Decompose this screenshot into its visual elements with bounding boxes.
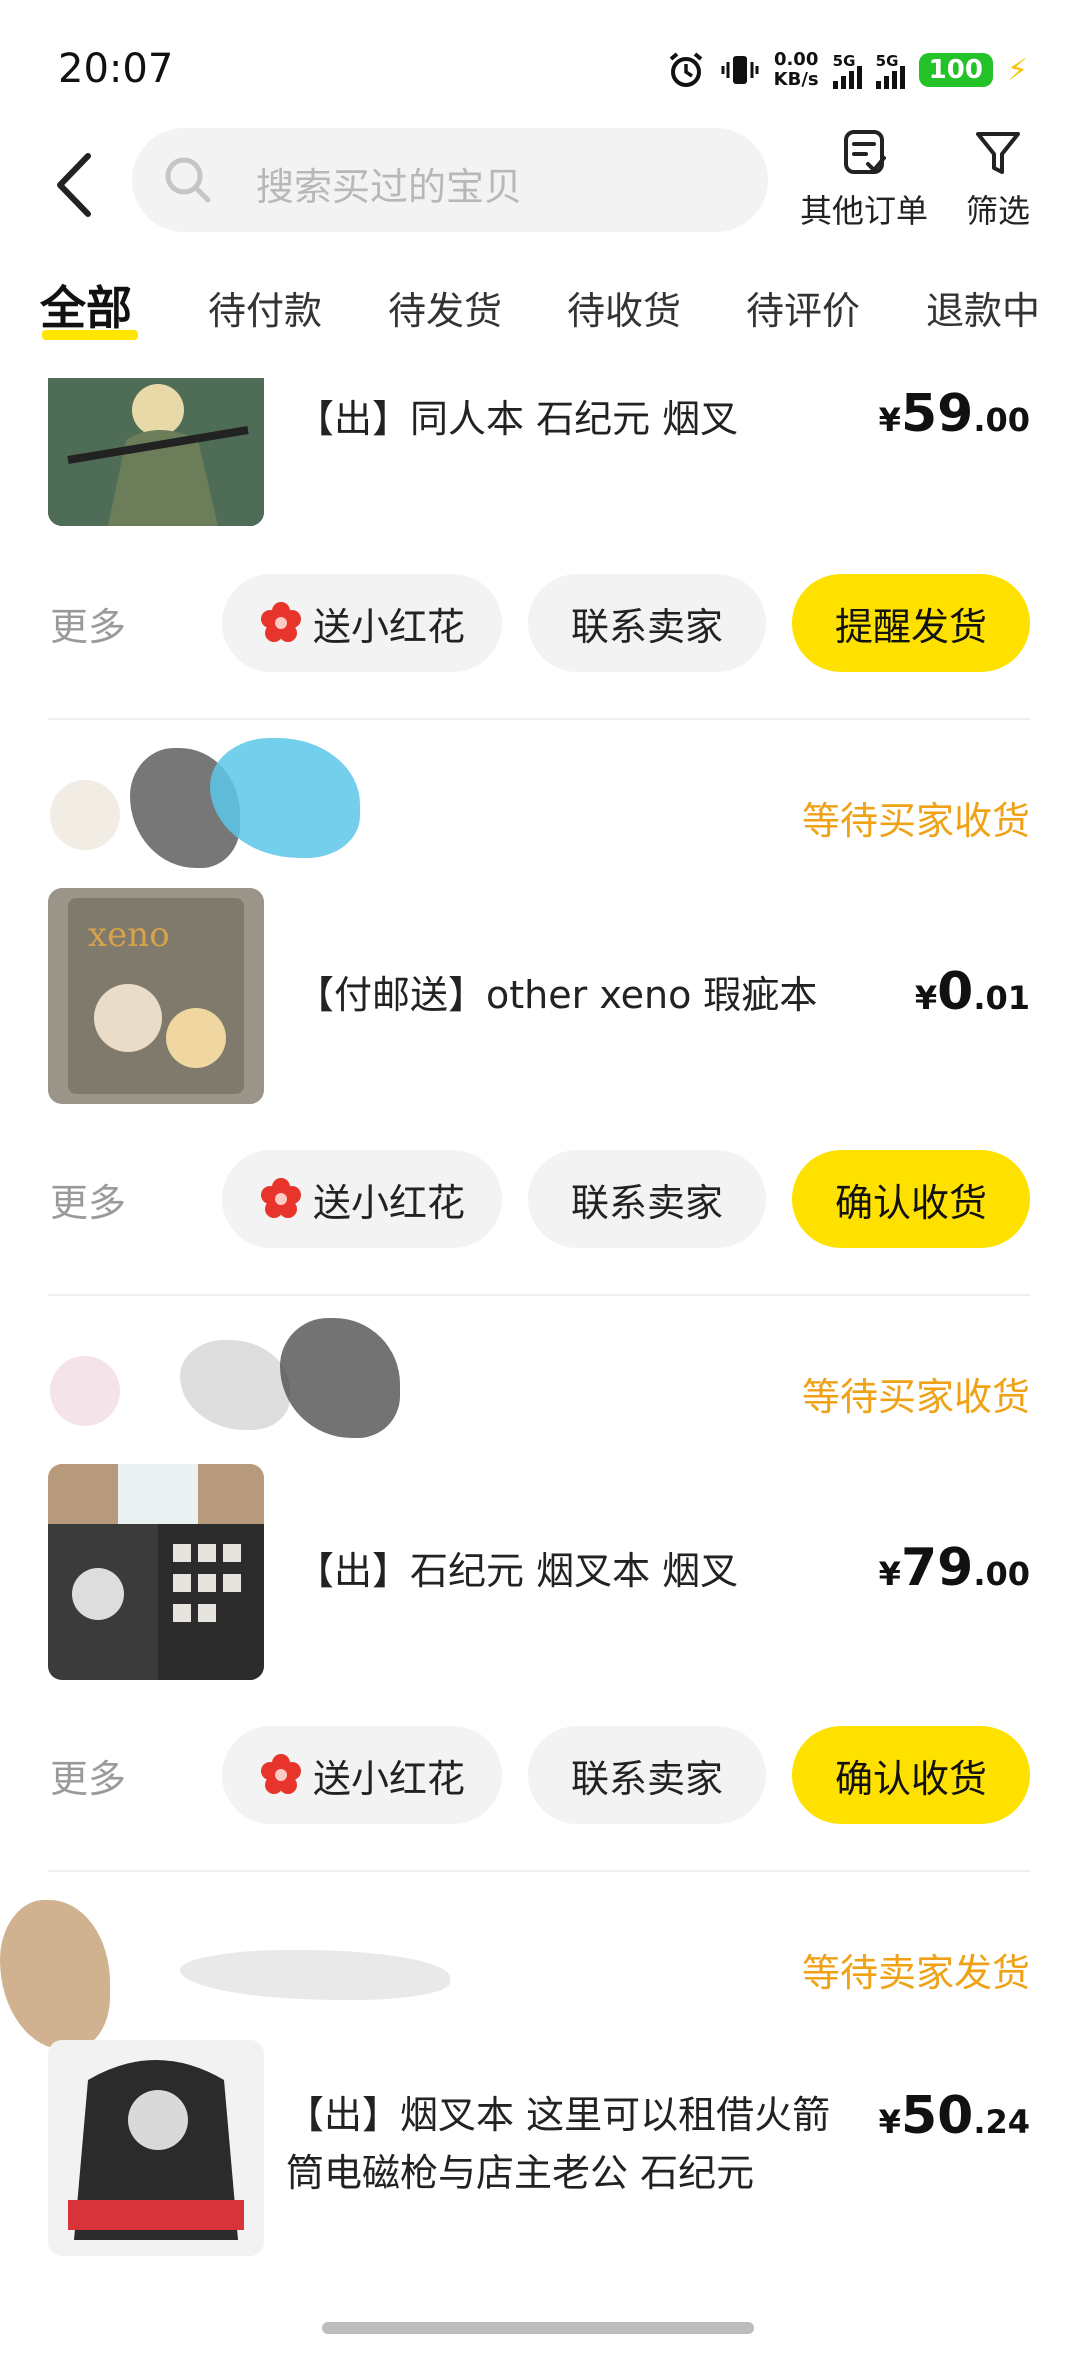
redacted-shop-name (180, 1340, 290, 1430)
contact-seller-button[interactable]: 联系卖家 (528, 1150, 766, 1248)
order-status: 等待卖家发货 (801, 1951, 1030, 1995)
product-title[interactable]: 【出】石纪元 烟叉本 烟叉 (296, 1542, 856, 1600)
flower-icon (260, 1754, 301, 1794)
active-tab-underline (42, 330, 138, 340)
charging-icon: ⚡ (1006, 52, 1028, 88)
redacted-shop-name (280, 1318, 400, 1438)
more-button[interactable]: 更多 (50, 1172, 126, 1227)
shop-avatar[interactable] (50, 780, 120, 850)
status-icons: 0.00 KB/s 5G 5G 100 ⚡ (666, 50, 1028, 90)
flower-icon (260, 1178, 301, 1218)
tab-refunding[interactable]: 退款中 (926, 280, 1040, 335)
send-flower-button[interactable]: 送小红花 (222, 574, 502, 672)
send-flower-button[interactable]: 送小红花 (222, 1726, 502, 1824)
status-bar: 20:07 0.00 KB/s 5G 5G 100 ⚡ (0, 0, 1076, 130)
other-orders-button[interactable]: 其他订单 (800, 128, 928, 232)
shop-avatar[interactable] (0, 1900, 110, 2050)
shop-avatar[interactable] (50, 1356, 120, 1426)
tab-pending-shipment[interactable]: 待发货 (388, 280, 502, 335)
divider (48, 1870, 1030, 1872)
tab-pending-review[interactable]: 待评价 (746, 280, 860, 335)
product-title[interactable]: 【付邮送】other xeno 瑕疵本 (296, 966, 856, 1024)
order-status: 等待买家收货 (801, 799, 1030, 843)
more-button[interactable]: 更多 (50, 596, 126, 651)
product-thumbnail[interactable]: xeno (48, 888, 264, 1104)
top-bar: 搜索买过的宝贝 其他订单 筛选 (0, 128, 1076, 248)
confirm-receipt-button[interactable]: 确认收货 (792, 1150, 1030, 1248)
alarm-icon (669, 52, 702, 87)
product-price: ¥79.00 (878, 1538, 1030, 1598)
product-price: ¥50.24 (878, 2086, 1030, 2146)
filter-label: 筛选 (966, 192, 1031, 230)
network-speed: 0.00 KB/s (773, 49, 819, 90)
product-price: ¥0.01 (914, 962, 1030, 1022)
order-tabs: 全部 待付款 待发货 待收货 待评价 退款中 (0, 272, 1076, 342)
filter-button[interactable]: 筛选 (966, 128, 1030, 232)
flower-icon (260, 602, 301, 642)
more-button[interactable]: 更多 (50, 1748, 126, 1803)
receipt-icon (844, 130, 886, 174)
order-status: 等待买家收货 (801, 1375, 1030, 1419)
back-icon[interactable] (48, 150, 108, 220)
home-indicator[interactable] (322, 2322, 754, 2334)
tab-pending-payment[interactable]: 待付款 (208, 280, 322, 335)
divider (48, 718, 1030, 720)
search-icon (165, 157, 211, 203)
signal-sim2-icon: 5G (875, 52, 905, 89)
tab-all[interactable]: 全部 (40, 272, 132, 338)
product-thumbnail[interactable] (48, 2040, 264, 2256)
product-price: ¥59.00 (878, 384, 1030, 444)
tab-pending-receipt[interactable]: 待收货 (567, 280, 681, 335)
other-orders-label: 其他订单 (800, 192, 929, 230)
divider (48, 1294, 1030, 1296)
product-title[interactable]: 【出】烟叉本 这里可以租借火箭筒电磁枪与店主老公 石纪元 (286, 2086, 856, 2202)
signal-sim1-icon: 5G (832, 52, 862, 89)
status-time: 20:07 (58, 46, 174, 92)
product-thumbnail[interactable] (48, 1464, 264, 1680)
vibrate-icon (721, 56, 759, 84)
svg-text:xeno: xeno (88, 915, 170, 955)
search-input[interactable]: 搜索买过的宝贝 (132, 128, 768, 232)
contact-seller-button[interactable]: 联系卖家 (528, 574, 766, 672)
confirm-receipt-button[interactable]: 确认收货 (792, 1726, 1030, 1824)
battery-indicator: 100 (918, 53, 993, 87)
remind-shipping-button[interactable]: 提醒发货 (792, 574, 1030, 672)
filter-icon (976, 132, 1020, 174)
contact-seller-button[interactable]: 联系卖家 (528, 1726, 766, 1824)
redacted-shop-name (180, 1950, 450, 2000)
product-thumbnail[interactable] (48, 378, 264, 526)
send-flower-button[interactable]: 送小红花 (222, 1150, 502, 1248)
product-title[interactable]: 【出】同人本 石纪元 烟叉 (296, 390, 856, 448)
search-placeholder: 搜索买过的宝贝 (256, 165, 523, 209)
